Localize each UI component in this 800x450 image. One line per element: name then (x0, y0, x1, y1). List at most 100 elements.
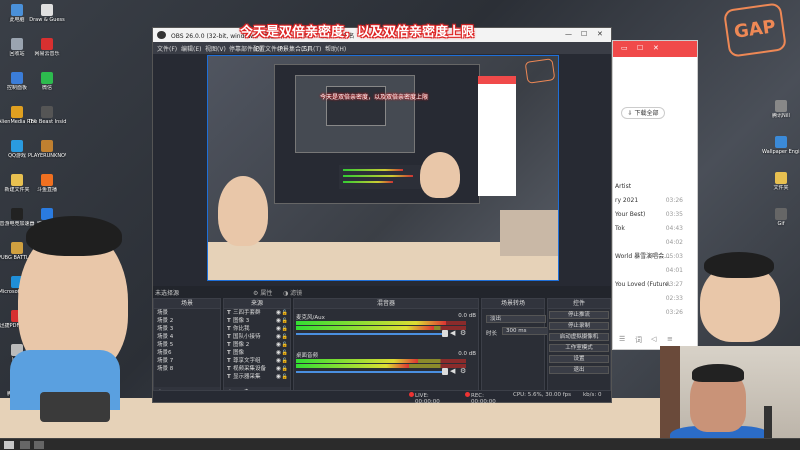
scene-item[interactable]: 场景 7 (154, 357, 220, 365)
desktop-background: 此电脑回收站控制面板AlienMedia RECentral 4QQ游戏新建文件… (0, 0, 800, 450)
gear-icon[interactable]: ⚙ (460, 367, 466, 375)
list-icon[interactable]: ≡ (667, 335, 673, 343)
volume-icon[interactable]: ◁ (651, 335, 656, 343)
menu-item[interactable]: 文件(F) (157, 44, 177, 53)
menu-item[interactable]: 编辑(E) (181, 44, 201, 53)
control-button[interactable]: 工作室模式 (549, 344, 609, 352)
lock-icon[interactable]: 🔓 (282, 341, 288, 349)
desktop-icon[interactable]: 斗鱼直播 (28, 174, 66, 204)
music-minimize-icon[interactable]: ▭ (621, 44, 628, 52)
obs-preview-canvas[interactable]: 今天是双倍亲密度，以及双倍亲密度上限 (207, 55, 559, 281)
music-maximize-icon[interactable]: ☐ (637, 44, 643, 52)
duration-input[interactable]: 300 ms (502, 327, 552, 335)
close-icon[interactable]: ✕ (597, 30, 603, 38)
cartoon-hair-left (26, 216, 122, 256)
desktop-icon[interactable]: Wallpaper Engine (762, 136, 800, 166)
song-row[interactable]: Artist (615, 181, 697, 193)
download-all-label: 下载全部 (634, 110, 659, 117)
desktop-icon[interactable]: 网易云音乐 (28, 38, 66, 68)
source-item[interactable]: T 图像 ◉ 🔓 (224, 349, 290, 357)
song-row[interactable]: World 暴雪演唱会... 05:03 (615, 251, 697, 263)
scene-item[interactable]: 场景 4 (154, 333, 220, 341)
song-row[interactable]: Tok 04:43 (615, 223, 697, 235)
taskbar-app-icon[interactable] (20, 441, 30, 449)
gear-icon[interactable]: ⚙ (460, 329, 466, 337)
song-row[interactable]: 04:01 (615, 265, 697, 277)
menu-item[interactable]: 工具(T) (301, 44, 321, 53)
desktop-icon[interactable]: Draw & Guess (28, 4, 66, 34)
lyrics-icon[interactable]: 词 (635, 335, 642, 345)
volume-slider[interactable] (296, 371, 446, 373)
transition-select[interactable]: 淡出 (486, 315, 546, 323)
music-app-window[interactable]: ▭ ☐ ✕ ⇩ 下载全部 Artist ry 2021 03:26 Your Best… (612, 40, 698, 350)
source-item[interactable]: T 显示器采集 ◉ 🔓 (224, 373, 290, 381)
song-row[interactable]: 03:26 (615, 307, 697, 319)
eye-icon[interactable]: ◉ (276, 357, 281, 365)
obs-window[interactable]: OBS 26.0.0 (32-bit, windows) - 配置文件：未命名 … (152, 27, 612, 405)
control-button[interactable]: 停止推流 (549, 311, 609, 319)
scene-item[interactable]: 场景 (154, 309, 220, 317)
menu-item[interactable]: 视图(V) (205, 44, 226, 53)
source-item[interactable]: T 尊享文字组 ◉ 🔓 (224, 357, 290, 365)
music-close-icon[interactable]: ✕ (653, 44, 659, 52)
lock-icon[interactable]: 🔓 (282, 317, 288, 325)
source-item[interactable]: T 国队小接待 ◉ 🔓 (224, 333, 290, 341)
eye-icon[interactable]: ◉ (276, 309, 281, 317)
lock-icon[interactable]: 🔓 (282, 373, 288, 381)
source-item[interactable]: T 视频采集设备 ◉ 🔓 (224, 365, 290, 373)
source-item[interactable]: T 三四手套群 ◉ 🔓 (224, 309, 290, 317)
control-button[interactable]: 设置 (549, 355, 609, 363)
desktop-icon[interactable]: Gif (762, 208, 800, 238)
start-icon[interactable] (4, 441, 14, 449)
eye-icon[interactable]: ◉ (276, 341, 281, 349)
eye-icon[interactable]: ◉ (276, 365, 281, 373)
scenes-header: 场景 (154, 299, 220, 309)
menu-item[interactable]: 帮助(H) (325, 44, 346, 53)
speaker-icon[interactable]: ◀ (450, 367, 455, 375)
desktop-icon[interactable]: 微信 (28, 72, 66, 102)
lock-icon[interactable]: 🔓 (282, 357, 288, 365)
speaker-icon[interactable]: ◀ (450, 329, 455, 337)
control-button[interactable]: 启动虚拟摄像机 (549, 333, 609, 341)
filters-button[interactable]: ◑ 滤镜 (283, 288, 302, 297)
taskbar-app-icon[interactable] (34, 441, 44, 449)
song-row[interactable]: Your Best) 03:35 (615, 209, 697, 221)
source-item[interactable]: T 图像 2 ◉ 🔓 (224, 341, 290, 349)
desktop-icon[interactable]: PLAYERUNKNOWN'S B... (28, 140, 66, 170)
desktop-icon[interactable]: The Beast Inside (28, 106, 66, 136)
lock-icon[interactable]: 🔓 (282, 365, 288, 373)
song-row[interactable]: 02:33 (615, 293, 697, 305)
scene-item[interactable]: 场景 3 (154, 325, 220, 333)
scene-item[interactable]: 场景 5 (154, 341, 220, 349)
song-row[interactable]: ry 2021 03:26 (615, 195, 697, 207)
scene-item[interactable]: 场景 8 (154, 365, 220, 373)
song-row[interactable]: You Loved (Future... 03:27 (615, 279, 697, 291)
scene-item[interactable]: 场景6 (154, 349, 220, 357)
eye-icon[interactable]: ◉ (276, 349, 281, 357)
song-row[interactable]: 04:02 (615, 237, 697, 249)
music-app-titlebar[interactable]: ▭ ☐ ✕ (613, 41, 697, 57)
eye-icon[interactable]: ◉ (276, 333, 281, 341)
volume-slider[interactable] (296, 333, 446, 335)
lock-icon[interactable]: 🔓 (282, 333, 288, 341)
desktop-icon[interactable]: 腾讯Nill (762, 100, 800, 130)
properties-button[interactable]: ⚙ 属性 (253, 288, 272, 297)
lock-icon[interactable]: 🔓 (282, 349, 288, 357)
eye-icon[interactable]: ◉ (276, 373, 281, 381)
source-item[interactable]: T 图像 3 ◉ 🔓 (224, 317, 290, 325)
minimize-icon[interactable]: — (565, 30, 572, 38)
lock-icon[interactable]: 🔓 (282, 325, 288, 333)
control-button[interactable]: 退出 (549, 366, 609, 374)
playlist-icon[interactable]: ☰ (619, 335, 625, 343)
eye-icon[interactable]: ◉ (276, 325, 281, 333)
source-item[interactable]: T 你比我 ◉ 🔓 (224, 325, 290, 333)
download-all-button[interactable]: ⇩ 下载全部 (621, 107, 665, 119)
maximize-icon[interactable]: ☐ (581, 30, 587, 38)
desktop-icon[interactable]: 文件夹 (762, 172, 800, 202)
eye-icon[interactable]: ◉ (276, 317, 281, 325)
volume-slider-handle[interactable] (442, 330, 448, 337)
control-button[interactable]: 停止录制 (549, 322, 609, 330)
lock-icon[interactable]: 🔓 (282, 309, 288, 317)
volume-slider-handle[interactable] (442, 368, 448, 375)
scene-item[interactable]: 场景 2 (154, 317, 220, 325)
